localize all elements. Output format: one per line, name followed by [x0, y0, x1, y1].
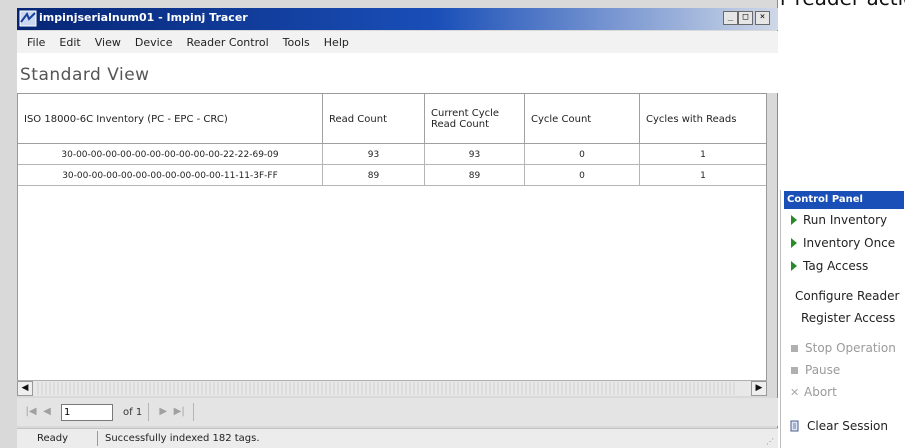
tag-access-label: Tag Access — [803, 259, 869, 273]
title-bar[interactable]: impinjserialnum01 - Impinj Tracer _ □ × — [17, 8, 778, 30]
status-message: Successfully indexed 182 tags. — [105, 433, 260, 444]
cell-read-count: 93 — [323, 144, 425, 165]
menu-file[interactable]: File — [27, 36, 45, 49]
page-number-input[interactable] — [61, 403, 113, 421]
window-title: impinjserialnum01 - Impinj Tracer — [39, 11, 248, 24]
stop-operation-label: Stop Operation — [805, 341, 896, 355]
cropped-caption-text: r reader actions. — [780, 0, 905, 8]
resize-grip-icon[interactable]: ⋰ — [766, 437, 774, 446]
pause-label: Pause — [805, 363, 841, 377]
abort-button[interactable]: ✕ Abort — [781, 382, 905, 402]
stop-icon — [791, 344, 798, 352]
scrollbar-thumb[interactable] — [35, 382, 735, 395]
status-ready: Ready — [37, 433, 69, 444]
play-arrow-icon — [791, 261, 797, 271]
menu-reader-control[interactable]: Reader Control — [186, 36, 268, 49]
first-page-icon[interactable]: |◀ — [23, 404, 39, 420]
column-header-epc[interactable]: ISO 18000-6C Inventory (PC - EPC - CRC) — [18, 94, 323, 144]
menu-edit[interactable]: Edit — [59, 36, 80, 49]
maximize-button[interactable]: □ — [738, 11, 753, 25]
pause-icon — [791, 366, 798, 374]
view-header: Standard View — [17, 53, 778, 93]
app-icon — [19, 10, 37, 27]
status-divider — [97, 431, 98, 446]
cell-current-cycle-read-count: 89 — [425, 165, 525, 186]
stop-operation-button[interactable]: Stop Operation — [781, 338, 905, 358]
register-access-button[interactable]: Register Access — [781, 308, 905, 328]
column-header-cycles-with-reads[interactable]: Cycles with Reads — [640, 94, 766, 144]
cell-cycle-count: 0 — [525, 144, 640, 165]
scroll-left-icon[interactable]: ◀ — [17, 381, 33, 396]
run-inventory-button[interactable]: Run Inventory — [781, 210, 905, 230]
cell-cycles-with-reads: 1 — [700, 149, 706, 160]
pager-toolbar: |◀ ◀ of 1 ▶ ▶| — [17, 398, 778, 426]
configure-reader-label: Configure Reader — [795, 289, 900, 303]
cell-epc: 30-00-00-00-00-00-00-00-00-00-00-22-22-6… — [18, 144, 323, 165]
menu-device[interactable]: Device — [135, 36, 173, 49]
status-bar: Ready Successfully indexed 182 tags. ⋰ — [17, 428, 778, 448]
clear-session-button[interactable]: Clear Session — [781, 416, 905, 436]
tag-access-button[interactable]: Tag Access — [781, 256, 905, 276]
control-panel-title: Control Panel — [784, 191, 904, 209]
abort-x-icon: ✕ — [790, 385, 800, 399]
tracer-window: impinjserialnum01 - Impinj Tracer _ □ × … — [0, 0, 778, 448]
configure-reader-button[interactable]: Configure Reader — [781, 286, 905, 306]
page-count-label: of 1 — [123, 406, 143, 418]
control-panel: Control Panel Run Inventory Inventory On… — [780, 190, 905, 448]
inventory-once-button[interactable]: Inventory Once — [781, 233, 905, 253]
register-access-label: Register Access — [801, 311, 896, 325]
page-title: Standard View — [20, 65, 150, 85]
play-arrow-icon — [791, 215, 797, 225]
inventory-once-label: Inventory Once — [803, 236, 896, 250]
table-row[interactable]: 30-00-00-00-00-00-00-00-00-00-00-11-11-3… — [18, 165, 766, 186]
abort-label: Abort — [804, 385, 837, 399]
play-arrow-icon — [791, 238, 797, 248]
menu-help[interactable]: Help — [324, 36, 349, 49]
inventory-table: ISO 18000-6C Inventory (PC - EPC - CRC) … — [17, 93, 767, 396]
next-page-icon[interactable]: ▶ — [155, 404, 171, 420]
scroll-right-icon[interactable]: ▶ — [751, 381, 767, 396]
last-page-icon[interactable]: ▶| — [171, 404, 187, 420]
menu-tools[interactable]: Tools — [283, 36, 310, 49]
horizontal-scrollbar[interactable]: ◀ ▶ — [17, 380, 767, 396]
run-inventory-label: Run Inventory — [803, 213, 888, 227]
cell-cycle-count: 0 — [525, 165, 640, 186]
pause-button[interactable]: Pause — [781, 360, 905, 380]
cell-epc: 30-00-00-00-00-00-00-00-00-00-00-11-11-3… — [18, 165, 323, 186]
menu-view[interactable]: View — [95, 36, 121, 49]
cell-current-cycle-read-count: 93 — [425, 144, 525, 165]
menu-bar: File Edit View Device Reader Control Too… — [17, 31, 778, 53]
cell-read-count: 89 — [323, 165, 425, 186]
table-row[interactable]: 30-00-00-00-00-00-00-00-00-00-00-22-22-6… — [18, 144, 766, 165]
pager-divider — [148, 403, 150, 421]
clear-session-icon — [790, 420, 799, 432]
cell-cycles-with-reads: 1 — [700, 170, 706, 181]
close-button[interactable]: × — [755, 11, 770, 25]
clear-session-label: Clear Session — [807, 419, 888, 433]
column-header-current-cycle-read-count[interactable]: Current Cycle Read Count — [425, 94, 525, 144]
minimize-button[interactable]: _ — [723, 11, 738, 25]
table-header: ISO 18000-6C Inventory (PC - EPC - CRC) … — [18, 94, 766, 144]
previous-page-icon[interactable]: ◀ — [39, 404, 55, 420]
column-header-cycle-count[interactable]: Cycle Count — [525, 94, 640, 144]
pager-divider — [193, 403, 195, 421]
column-header-read-count[interactable]: Read Count — [323, 94, 425, 144]
